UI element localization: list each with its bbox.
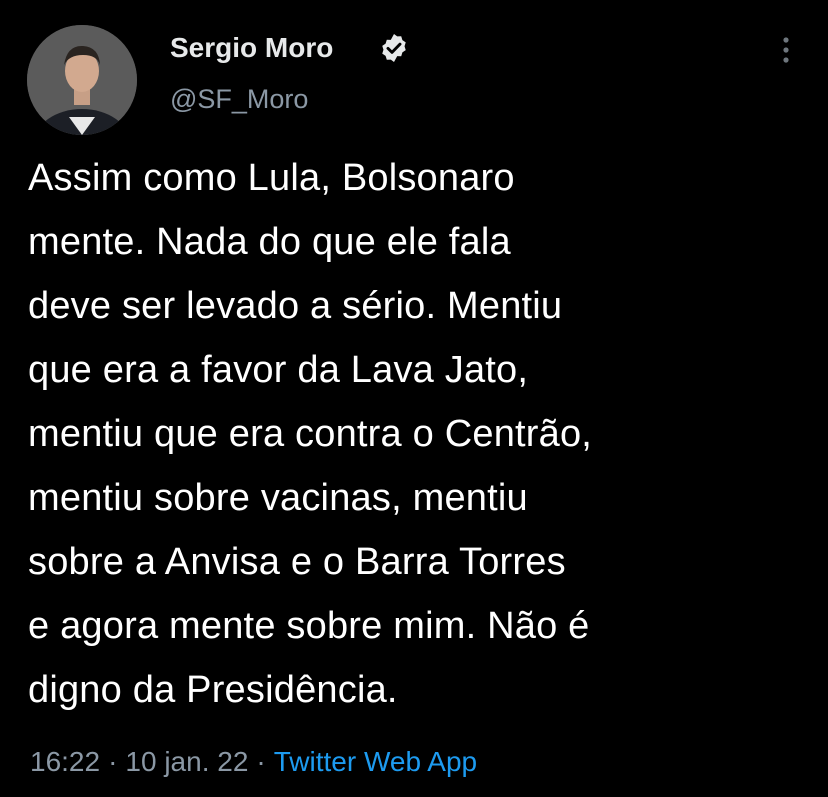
avatar[interactable] <box>27 25 137 135</box>
meta-separator: · <box>108 746 118 777</box>
tweet-card: Sergio Moro @SF_Moro Assim como Lula, Bo… <box>0 0 828 797</box>
tweet-time[interactable]: 16:22 <box>30 746 100 777</box>
avatar-portrait <box>27 25 137 135</box>
author-handle[interactable]: @SF_Moro <box>170 84 308 115</box>
meta-separator: · <box>256 746 266 777</box>
author-display-name[interactable]: Sergio Moro <box>170 32 333 64</box>
tweet-source-link[interactable]: Twitter Web App <box>274 746 477 777</box>
more-options-icon[interactable] <box>768 30 804 70</box>
tweet-date[interactable]: 10 jan. 22 <box>125 746 248 777</box>
verified-badge-icon <box>382 34 406 62</box>
tweet-text: Assim como Lula, Bolsonaro mente. Nada d… <box>28 157 593 711</box>
tweet-meta: 16:22 · 10 jan. 22 · Twitter Web App <box>30 746 477 778</box>
